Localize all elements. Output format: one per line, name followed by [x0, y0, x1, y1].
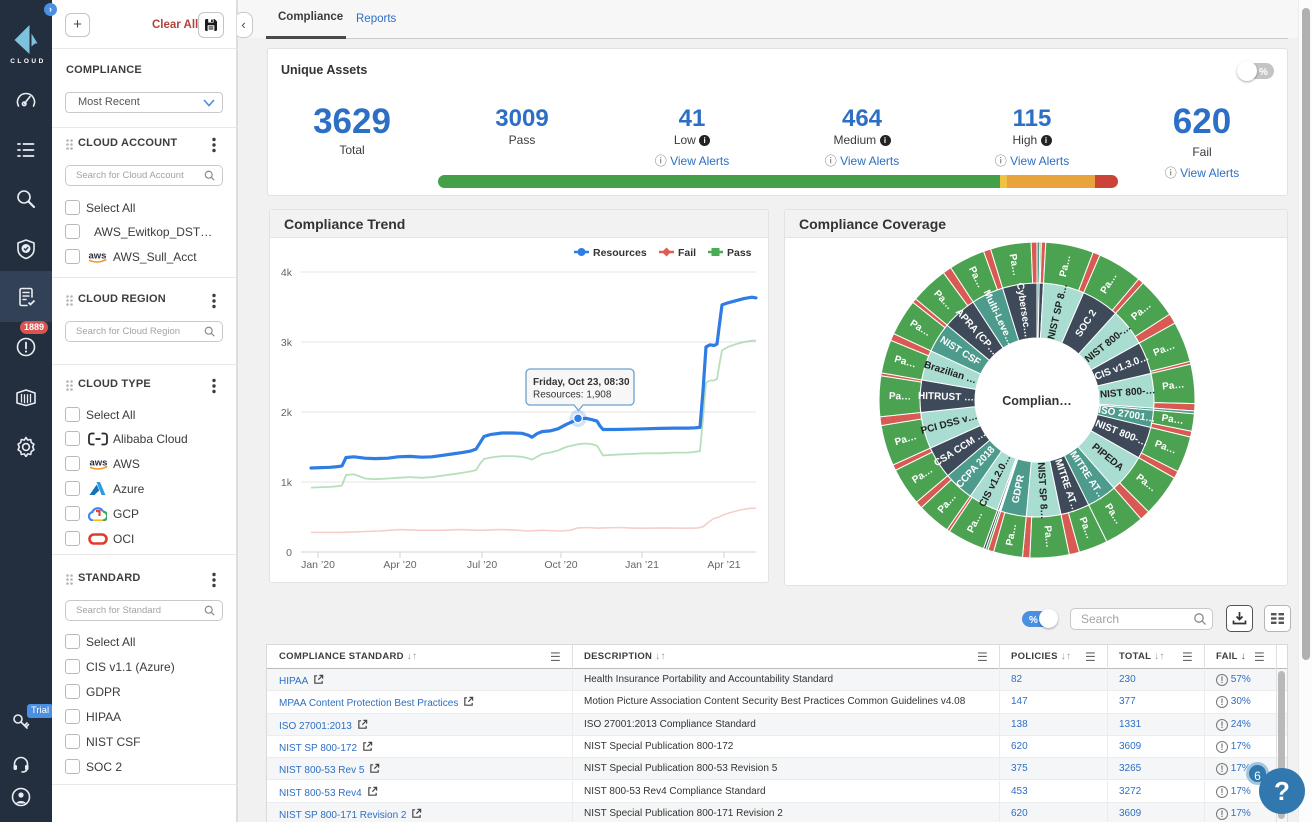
svg-text:Resources: 1,908: Resources: 1,908: [533, 390, 612, 401]
svg-text:Jan ’20: Jan ’20: [301, 559, 335, 571]
svg-text:Jul ’20: Jul ’20: [467, 559, 498, 571]
svg-text:0: 0: [286, 547, 292, 559]
svg-text:Pa…: Pa…: [1162, 379, 1185, 392]
svg-text:3k: 3k: [281, 337, 293, 349]
svg-text:Fail: Fail: [678, 247, 696, 259]
svg-text:Pa…: Pa…: [889, 391, 911, 403]
svg-text:2k: 2k: [281, 407, 293, 419]
svg-text:Apr ’21: Apr ’21: [707, 559, 740, 571]
svg-text:Complian…: Complian…: [1002, 394, 1071, 408]
svg-text:Pass: Pass: [727, 247, 752, 259]
svg-text:1k: 1k: [281, 477, 293, 489]
svg-text:Pa…: Pa…: [1041, 525, 1054, 548]
svg-text:Oct ’20: Oct ’20: [544, 559, 577, 571]
svg-text:Apr ’20: Apr ’20: [383, 559, 416, 571]
svg-text:HITRUST …: HITRUST …: [918, 391, 974, 404]
svg-text:4k: 4k: [281, 267, 293, 279]
svg-text:Jan ’21: Jan ’21: [625, 559, 659, 571]
svg-text:Resources: Resources: [593, 247, 647, 259]
svg-text:Friday, Oct 23, 08:30: Friday, Oct 23, 08:30: [533, 377, 630, 388]
